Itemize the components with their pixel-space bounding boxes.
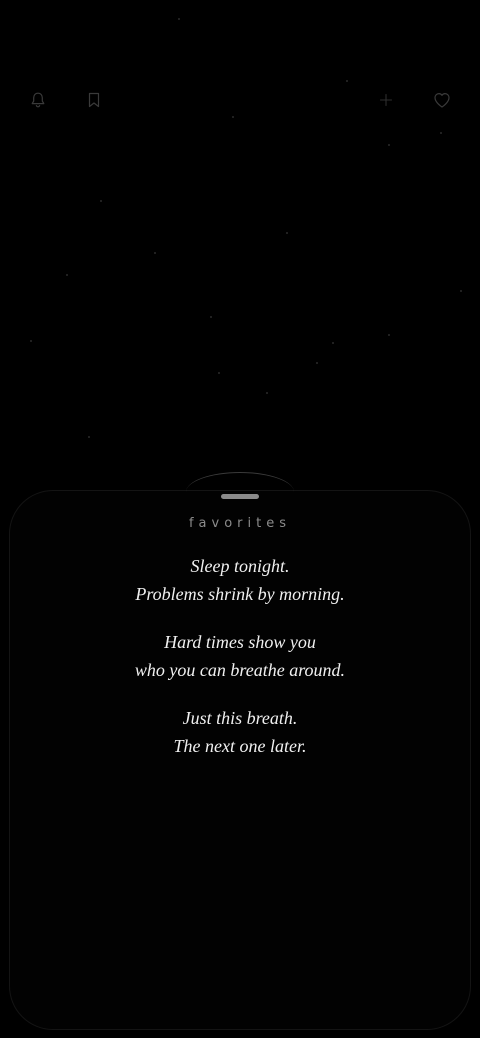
star — [460, 290, 462, 292]
sheet-title: favorites — [188, 516, 291, 531]
quote-line: Just this breath. — [182, 708, 298, 728]
star — [286, 232, 288, 234]
star — [66, 274, 68, 276]
bell-icon[interactable] — [26, 88, 50, 112]
star — [88, 436, 90, 438]
star — [266, 392, 268, 394]
star — [232, 116, 234, 118]
star — [154, 252, 156, 254]
star — [440, 132, 442, 134]
quote-line: The next one later. — [173, 736, 307, 756]
heart-icon[interactable] — [430, 88, 454, 112]
screen: favorites Sleep tonight. Problems shrink… — [0, 0, 480, 1038]
star — [332, 342, 334, 344]
star — [218, 372, 220, 374]
quote-item[interactable]: Sleep tonight. Problems shrink by mornin… — [0, 552, 480, 608]
star — [30, 340, 32, 342]
sheet-drag-handle[interactable] — [221, 494, 259, 499]
quote-item[interactable]: Just this breath. The next one later. — [0, 704, 480, 760]
star — [316, 362, 318, 364]
star — [100, 200, 102, 202]
quote-line: Sleep tonight. — [190, 556, 290, 576]
quote-line: Problems shrink by morning. — [135, 584, 345, 604]
star — [388, 334, 390, 336]
quote-line: who you can breathe around. — [134, 660, 346, 680]
quote-list: Sleep tonight. Problems shrink by mornin… — [0, 552, 480, 780]
star — [388, 144, 390, 146]
plus-icon[interactable] — [374, 88, 398, 112]
quote-line: Hard times show you — [164, 632, 316, 652]
star — [346, 80, 348, 82]
quote-item[interactable]: Hard times show you who you can breathe … — [0, 628, 480, 684]
star — [178, 18, 180, 20]
star — [210, 316, 212, 318]
bookmark-icon[interactable] — [82, 88, 106, 112]
